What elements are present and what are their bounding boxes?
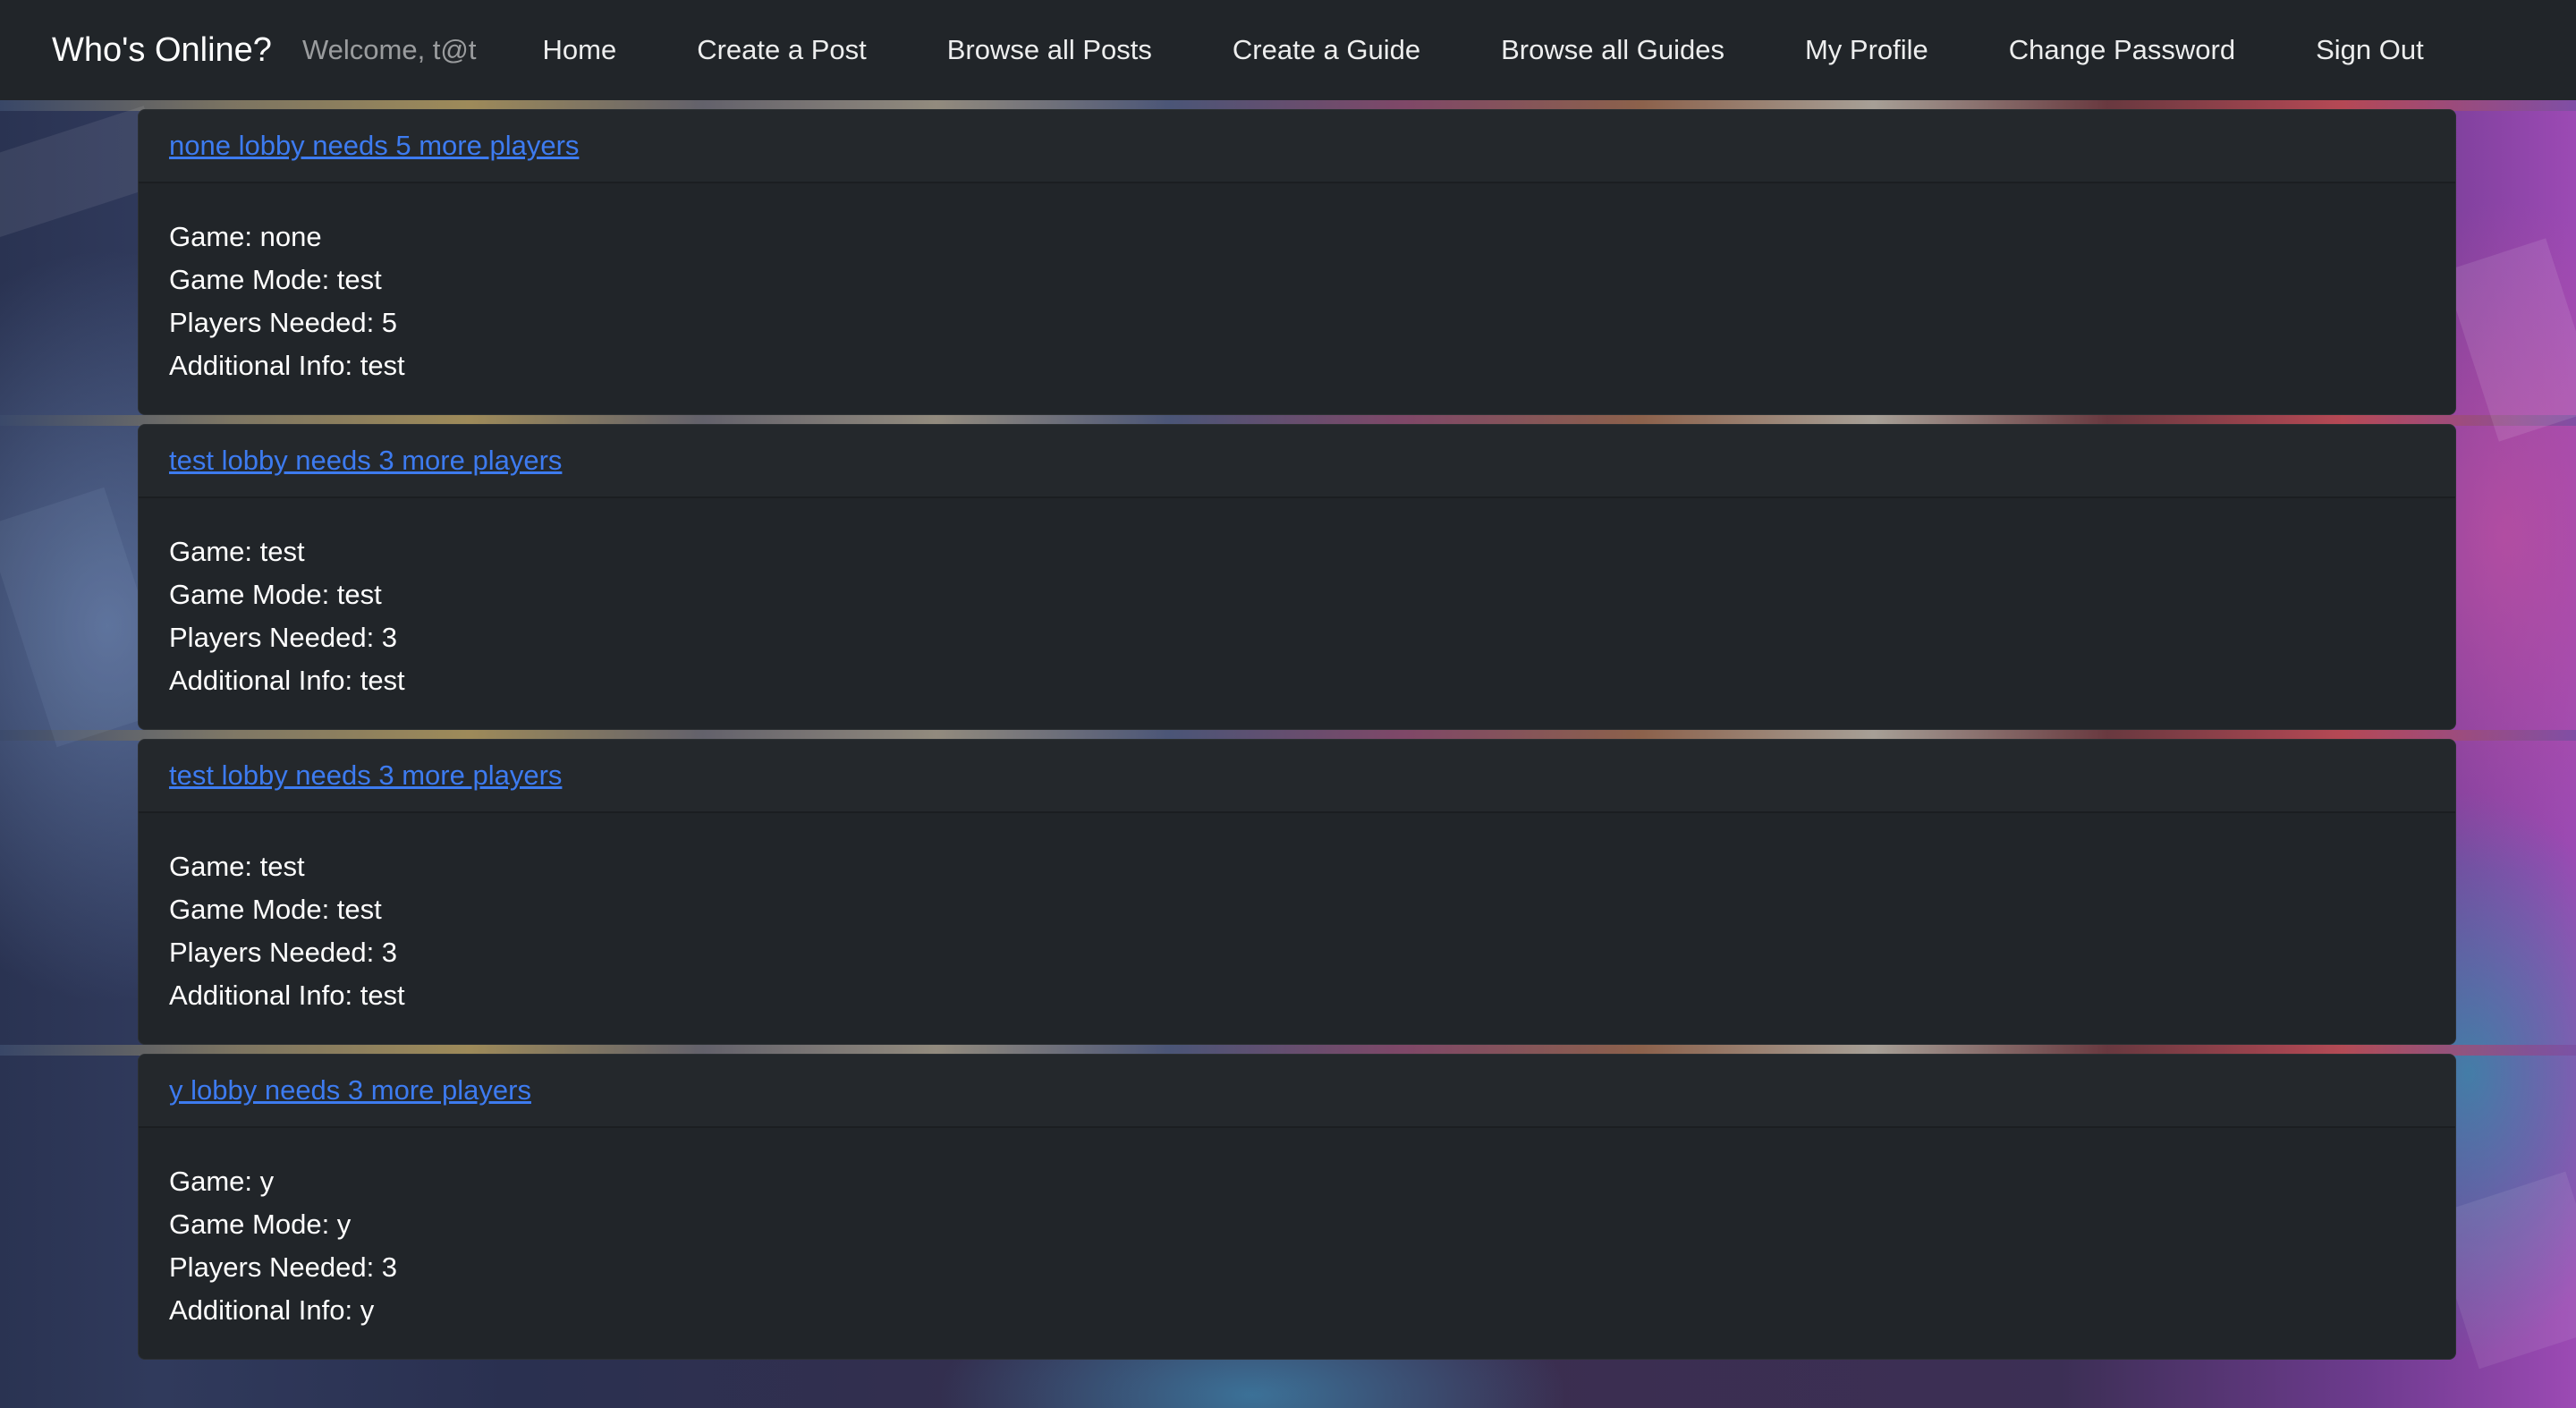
welcome-text: Welcome, t@t xyxy=(301,34,477,65)
post-game: Game: test xyxy=(169,536,305,567)
nav-link-create-guide[interactable]: Create a Guide xyxy=(1233,34,1420,66)
post-card-header: none lobby needs 5 more players xyxy=(139,110,2455,183)
post-card-header: y lobby needs 3 more players xyxy=(139,1055,2455,1128)
post-game: Game: none xyxy=(169,221,322,252)
post-card: y lobby needs 3 more players Game: y Gam… xyxy=(138,1054,2456,1360)
nav-link-browse-guides[interactable]: Browse all Guides xyxy=(1501,34,1724,66)
nav-link-sign-out[interactable]: Sign Out xyxy=(2316,34,2424,66)
post-card: test lobby needs 3 more players Game: te… xyxy=(138,424,2456,730)
nav-link-browse-posts[interactable]: Browse all Posts xyxy=(947,34,1152,66)
post-card-header: test lobby needs 3 more players xyxy=(139,425,2455,498)
post-card-body: Game: test Game Mode: test Players Neede… xyxy=(139,813,2455,1017)
post-card-body: Game: none Game Mode: test Players Neede… xyxy=(139,183,2455,387)
post-card: none lobby needs 5 more players Game: no… xyxy=(138,109,2456,415)
post-game-mode: Game Mode: y xyxy=(169,1209,352,1240)
post-game: Game: test xyxy=(169,851,305,882)
nav-link-my-profile[interactable]: My Profile xyxy=(1805,34,1928,66)
post-game: Game: y xyxy=(169,1166,275,1197)
post-game-mode: Game Mode: test xyxy=(169,894,382,925)
nav-link-create-post[interactable]: Create a Post xyxy=(697,34,867,66)
post-additional-info: Additional Info: y xyxy=(169,1294,375,1326)
nav-links: Home Create a Post Browse all Posts Crea… xyxy=(543,34,2424,66)
post-card-header: test lobby needs 3 more players xyxy=(139,740,2455,813)
post-players-needed: Players Needed: 3 xyxy=(169,937,398,968)
post-players-needed: Players Needed: 3 xyxy=(169,1251,398,1283)
post-title-link[interactable]: test lobby needs 3 more players xyxy=(169,759,562,792)
post-players-needed: Players Needed: 5 xyxy=(169,307,398,338)
post-card-body: Game: y Game Mode: y Players Needed: 3 A… xyxy=(139,1128,2455,1332)
post-list: none lobby needs 5 more players Game: no… xyxy=(138,109,2456,1369)
nav-link-change-password[interactable]: Change Password xyxy=(2009,34,2235,66)
brand-title[interactable]: Who's Online? xyxy=(52,31,272,70)
post-players-needed: Players Needed: 3 xyxy=(169,622,398,653)
post-game-mode: Game Mode: test xyxy=(169,264,382,295)
top-navbar: Who's Online? Welcome, t@t Home Create a… xyxy=(0,0,2576,100)
post-additional-info: Additional Info: test xyxy=(169,350,405,381)
post-card: test lobby needs 3 more players Game: te… xyxy=(138,739,2456,1045)
post-card-body: Game: test Game Mode: test Players Neede… xyxy=(139,498,2455,702)
post-title-link[interactable]: test lobby needs 3 more players xyxy=(169,445,562,477)
post-additional-info: Additional Info: test xyxy=(169,980,405,1011)
post-title-link[interactable]: y lobby needs 3 more players xyxy=(169,1074,531,1107)
post-title-link[interactable]: none lobby needs 5 more players xyxy=(169,130,579,162)
nav-link-home[interactable]: Home xyxy=(543,34,617,66)
post-game-mode: Game Mode: test xyxy=(169,579,382,610)
background-shard xyxy=(2444,238,2576,442)
post-additional-info: Additional Info: test xyxy=(169,665,405,696)
